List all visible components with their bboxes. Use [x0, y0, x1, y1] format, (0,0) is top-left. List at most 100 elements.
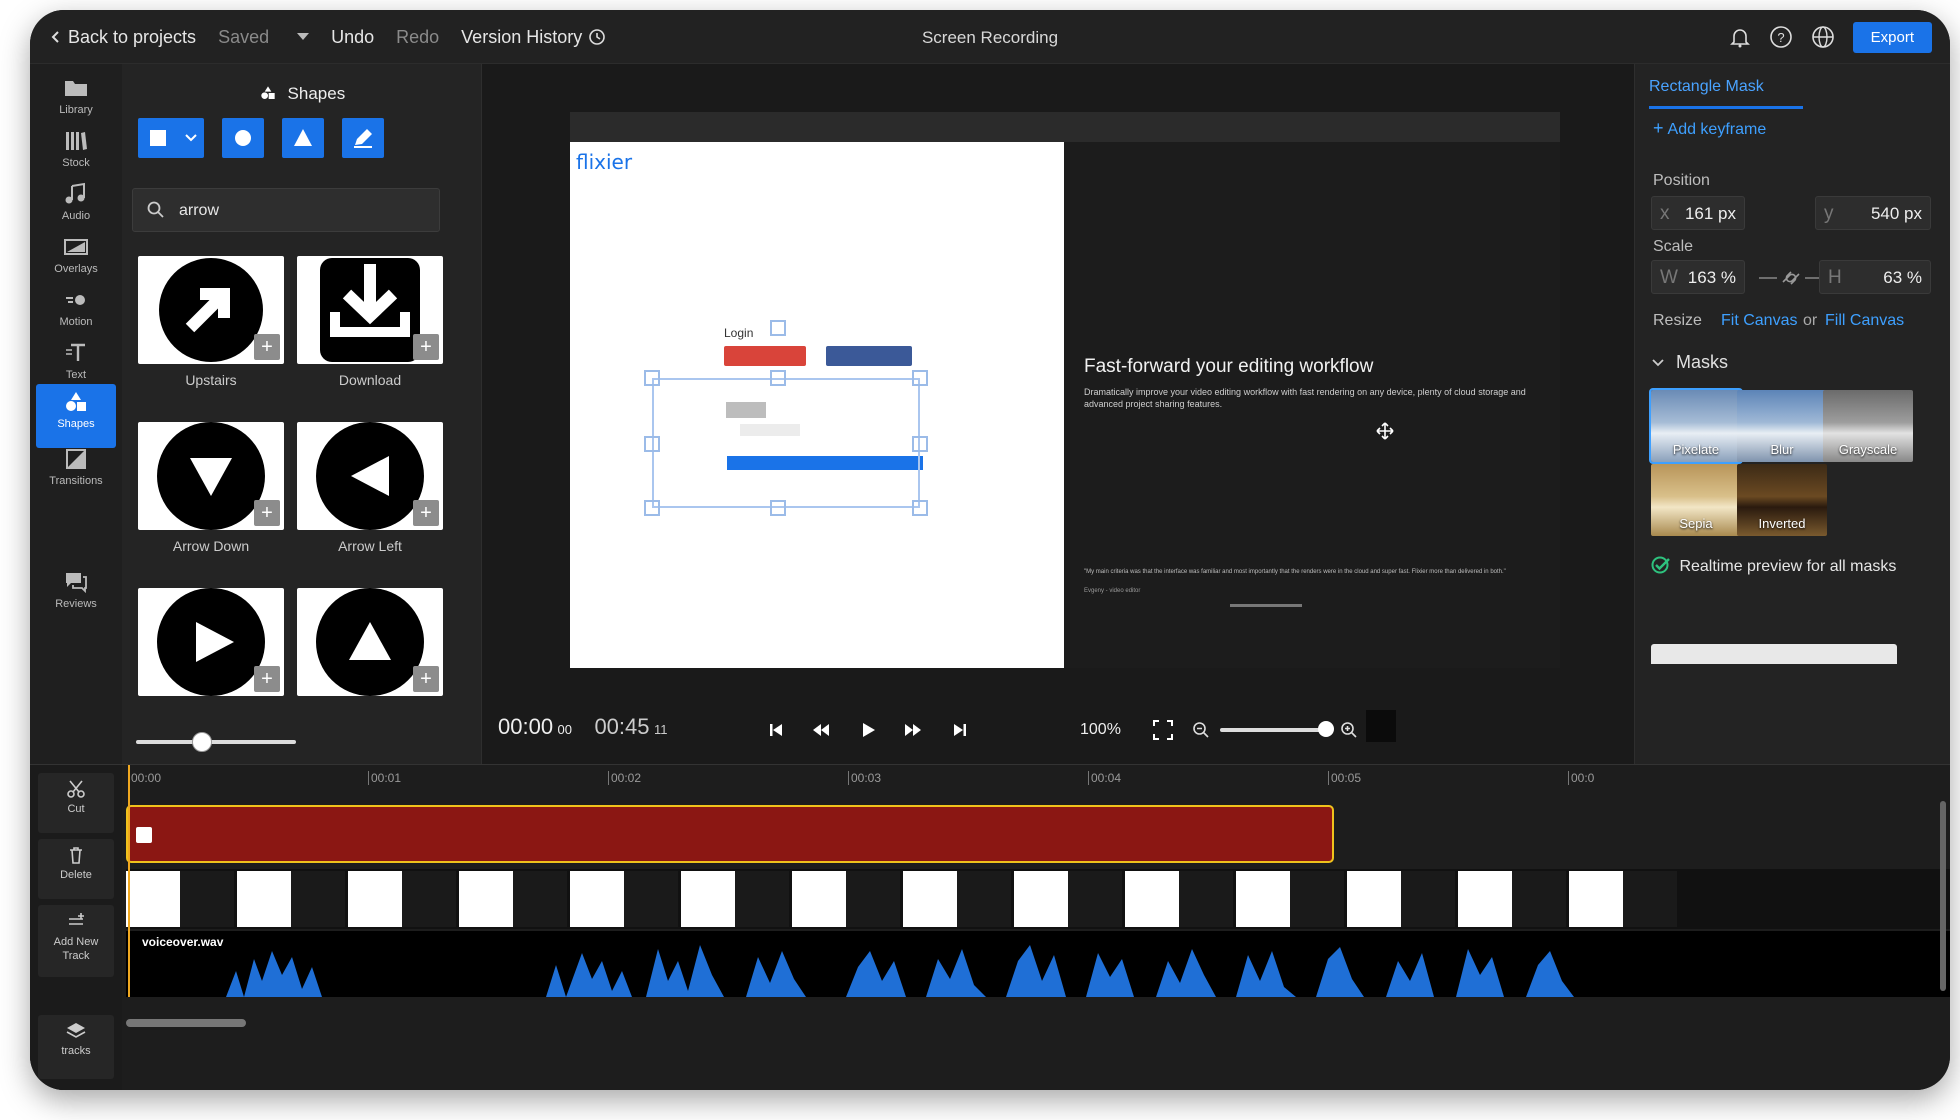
add-shape-button[interactable]: + — [254, 334, 280, 360]
mask-sepia[interactable]: Sepia — [1651, 464, 1741, 536]
resize-handle[interactable] — [912, 436, 928, 452]
rail-stock[interactable]: Stock — [36, 123, 116, 183]
video-frame-thumb — [237, 871, 345, 927]
skip-to-start-icon[interactable] — [766, 720, 786, 740]
delete-button[interactable]: Delete — [38, 839, 114, 899]
shape-thumb: + — [138, 256, 284, 364]
rail-transitions[interactable]: Transitions — [36, 441, 116, 501]
add-new-track-button[interactable]: Add New Track — [38, 905, 114, 977]
add-shape-button[interactable]: + — [413, 334, 439, 360]
back-to-projects-button[interactable]: Back to projects — [50, 27, 196, 48]
shape-item-arrow-up[interactable]: + — [297, 588, 443, 696]
rectangle-shape-clip[interactable] — [126, 805, 1334, 863]
add-shape-button[interactable]: + — [254, 666, 280, 692]
circle-shape-button[interactable] — [222, 118, 264, 158]
caret-down-icon[interactable] — [275, 31, 310, 43]
resize-handle[interactable] — [644, 436, 660, 452]
rectangle-shape-button[interactable] — [138, 118, 204, 158]
globe-icon[interactable] — [1811, 25, 1835, 49]
resize-handle[interactable] — [912, 500, 928, 516]
rail-overlays[interactable]: Overlays — [36, 229, 116, 289]
resize-handle[interactable] — [912, 370, 928, 386]
scale-link-control[interactable] — [1759, 268, 1823, 288]
add-shape-button[interactable]: + — [254, 500, 280, 526]
resize-handle[interactable] — [644, 370, 660, 386]
resize-handle[interactable] — [770, 370, 786, 386]
cut-button[interactable]: Cut — [38, 773, 114, 833]
timeline-horizontal-scrollbar[interactable] — [126, 1019, 246, 1027]
rewind-icon[interactable] — [810, 720, 832, 740]
shapes-panel: Shapes + Upstairs + — [122, 64, 482, 764]
rectangle-mask-selection[interactable] — [652, 378, 920, 508]
shape-item-download[interactable]: + Download — [297, 256, 443, 388]
rail-motion[interactable]: Motion — [36, 282, 116, 342]
ruler-tick: 00:0 — [1568, 771, 1594, 785]
add-shape-button[interactable]: + — [413, 666, 439, 692]
audio-track[interactable]: voiceover.wav — [126, 931, 1950, 997]
resize-handle[interactable] — [770, 500, 786, 516]
shape-item-arrow-left[interactable]: + Arrow Left — [297, 422, 443, 554]
fit-canvas-button[interactable]: Fit Canvas — [1721, 312, 1797, 330]
redo-button[interactable]: Redo — [396, 27, 439, 48]
help-icon[interactable]: ? — [1769, 25, 1793, 49]
realtime-preview-toggle[interactable]: Realtime preview for all masks — [1651, 556, 1896, 576]
search-input[interactable] — [179, 199, 419, 223]
rotate-handle[interactable] — [770, 320, 786, 336]
width-scale-field[interactable]: W 163 % — [1651, 260, 1745, 294]
zoom-slider-knob[interactable] — [1318, 721, 1334, 737]
fill-canvas-button[interactable]: Fill Canvas — [1825, 312, 1904, 330]
shape-item-upstairs[interactable]: + Upstairs — [138, 256, 284, 388]
video-preview[interactable]: flixier Login Fast-forward your editing … — [570, 112, 1560, 668]
promo-quote-author: Evgeny - video editor — [1084, 588, 1141, 594]
mask-inverted[interactable]: Inverted — [1737, 464, 1827, 536]
timeline-vertical-scrollbar[interactable] — [1940, 801, 1946, 991]
fullscreen-icon[interactable] — [1152, 719, 1174, 741]
undo-button[interactable]: Undo — [331, 27, 374, 48]
panel-footer-button[interactable] — [1651, 644, 1897, 664]
rail-library[interactable]: Library — [36, 70, 116, 130]
stock-icon — [66, 132, 87, 150]
height-scale-field[interactable]: H 63 % — [1819, 260, 1931, 294]
ruler-tick: 00:02 — [608, 771, 641, 785]
rail-shapes[interactable]: Shapes — [36, 384, 116, 448]
tab-rectangle-mask[interactable]: Rectangle Mask — [1649, 78, 1803, 109]
time-ruler[interactable]: 00:00 00:01 00:02 00:03 00:04 00:05 00:0 — [126, 765, 1950, 795]
audio-waveform — [226, 945, 1574, 997]
y-position-field[interactable]: y 540 px — [1815, 196, 1931, 230]
video-frame-thumb — [1347, 871, 1455, 927]
version-history-button[interactable]: Version History — [461, 27, 606, 48]
mask-blur[interactable]: Blur — [1737, 390, 1827, 462]
zoom-slider[interactable] — [1220, 721, 1334, 737]
rail-audio[interactable]: Audio — [36, 176, 116, 236]
bell-icon[interactable] — [1729, 26, 1751, 48]
resize-handle[interactable] — [644, 500, 660, 516]
slider-knob[interactable] — [192, 732, 212, 752]
shape-search[interactable] — [132, 188, 440, 232]
triangle-shape-button[interactable] — [282, 118, 324, 158]
triangle-icon — [294, 129, 312, 146]
thumbnail-size-slider[interactable] — [136, 732, 296, 752]
mask-grayscale[interactable]: Grayscale — [1823, 390, 1913, 462]
draw-shape-button[interactable] — [342, 118, 384, 158]
mask-label: Grayscale — [1838, 442, 1898, 457]
saved-status: Saved — [218, 27, 310, 48]
rail-reviews[interactable]: Reviews — [36, 564, 116, 624]
shape-item-play[interactable]: + — [138, 588, 284, 696]
x-position-field[interactable]: x 161 px — [1651, 196, 1745, 230]
export-button[interactable]: Export — [1852, 21, 1932, 53]
playhead[interactable] — [128, 765, 130, 997]
zoom-level[interactable]: 100% — [1080, 721, 1121, 739]
zoom-out-icon[interactable] — [1192, 721, 1210, 739]
fast-forward-icon[interactable] — [902, 720, 924, 740]
masks-section-header[interactable]: Masks — [1651, 352, 1728, 373]
panel-header: Shapes — [122, 84, 482, 104]
mask-pixelate[interactable]: Pixelate — [1649, 388, 1743, 464]
add-shape-button[interactable]: + — [413, 500, 439, 526]
play-icon[interactable] — [858, 720, 878, 740]
skip-to-end-icon[interactable] — [950, 720, 970, 740]
video-track[interactable] — [126, 869, 1950, 929]
tracks-button[interactable]: tracks — [38, 1015, 114, 1079]
zoom-in-icon[interactable] — [1340, 721, 1358, 739]
add-keyframe-button[interactable]: + Add keyframe — [1653, 118, 1766, 139]
shape-item-arrow-down[interactable]: + Arrow Down — [138, 422, 284, 554]
